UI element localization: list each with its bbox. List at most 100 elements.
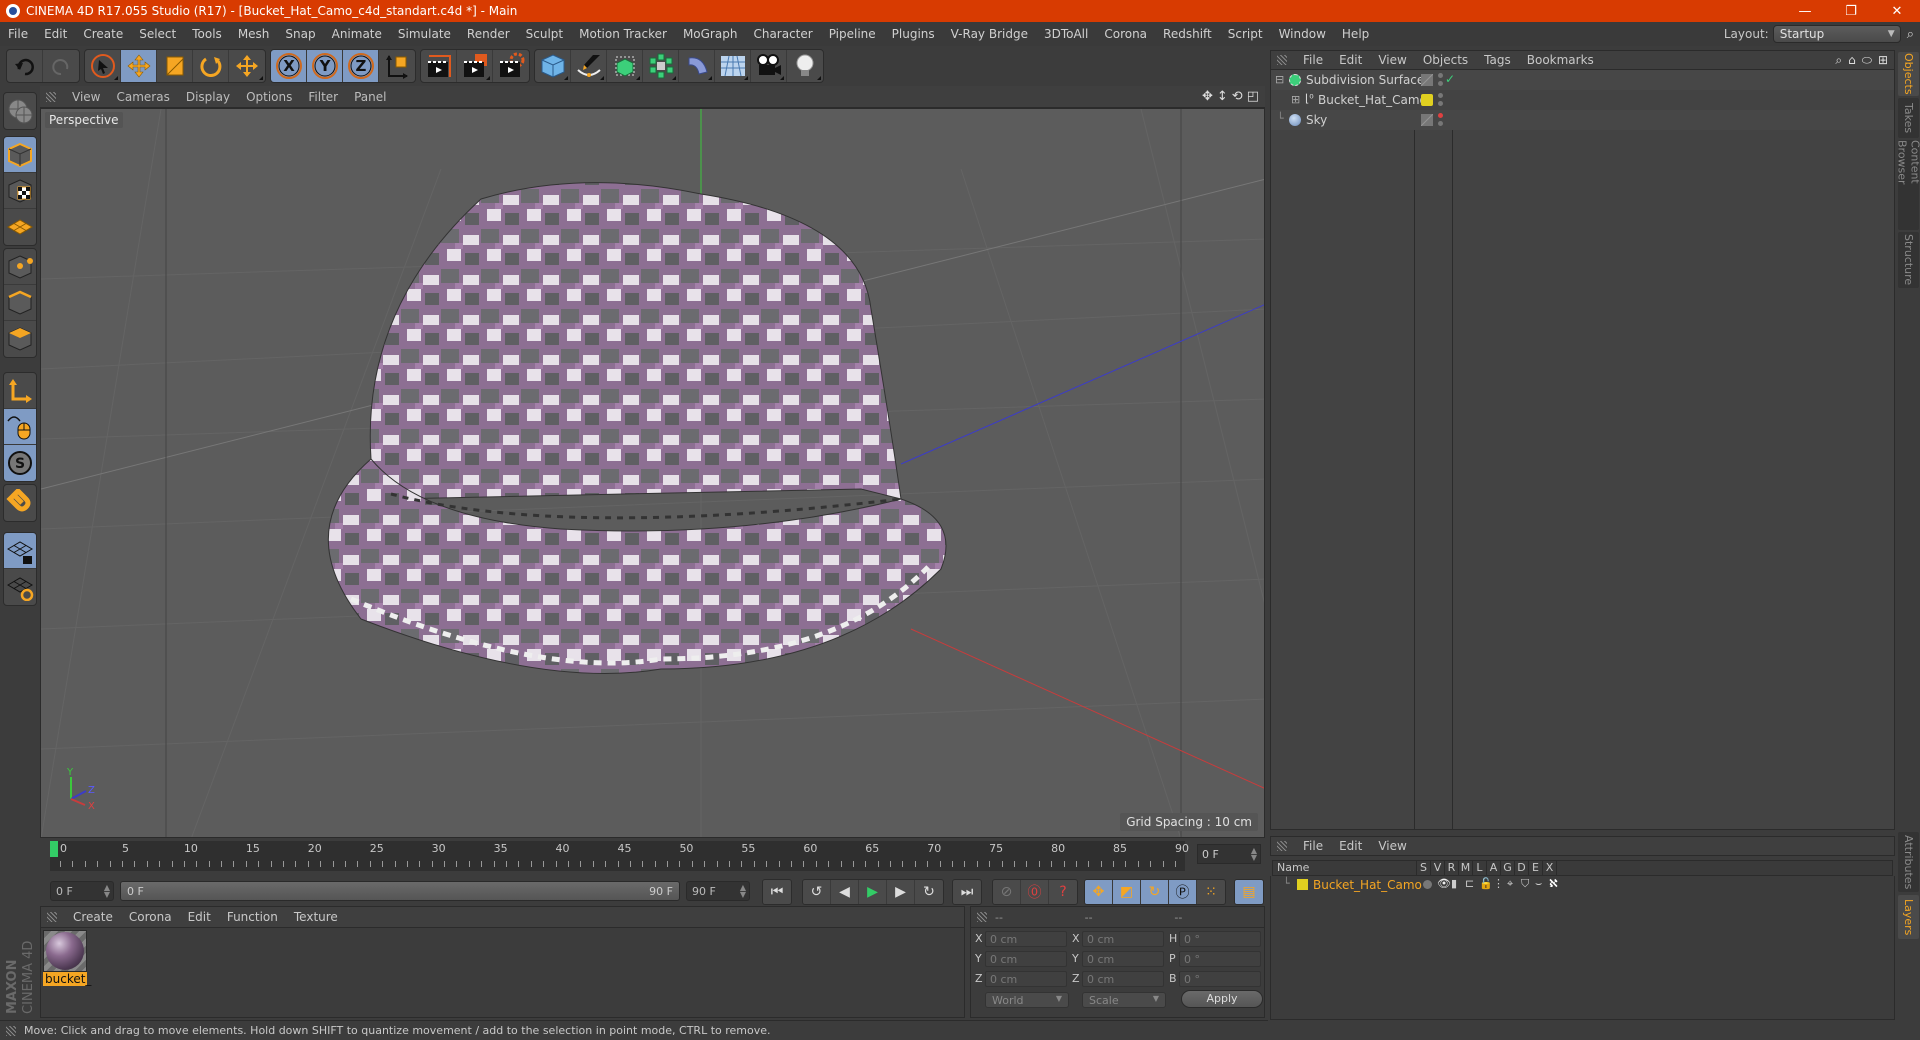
next-key-button[interactable]: ↻ (915, 880, 943, 904)
camera-button[interactable] (751, 50, 787, 82)
column-xrefs[interactable]: X (1543, 861, 1557, 875)
undo-button[interactable] (7, 50, 43, 82)
size-y-field[interactable]: 0 cm (1082, 951, 1164, 967)
y-axis-lock-button[interactable]: Y (307, 50, 343, 82)
menu-window[interactable]: Window (1271, 22, 1334, 46)
perspective-viewport[interactable]: Y Z X Perspective Grid Spacing : 10 cm (40, 108, 1265, 838)
render-settings-button[interactable] (493, 50, 529, 82)
pos-y-field[interactable]: 0 cm (985, 951, 1067, 967)
tweak-mode-button[interactable] (4, 409, 36, 445)
model-mode-button[interactable] (4, 137, 36, 173)
object-menu-bookmarks[interactable]: Bookmarks (1519, 53, 1602, 67)
floor-button[interactable] (715, 50, 751, 82)
menu-motion-tracker[interactable]: Motion Tracker (571, 22, 675, 46)
points-mode-button[interactable] (4, 249, 36, 285)
menu-script[interactable]: Script (1220, 22, 1271, 46)
xrefs-toggle-icon[interactable]: ℵ (1549, 877, 1558, 890)
previous-frame-button[interactable]: ◀ (831, 880, 859, 904)
column-solo[interactable]: S (1417, 861, 1431, 875)
pos-z-field[interactable]: 0 cm (985, 971, 1067, 987)
render-visibility-dot[interactable] (1438, 121, 1443, 126)
menu-edit[interactable]: Edit (36, 22, 75, 46)
column-locked[interactable]: L (1473, 861, 1487, 875)
workplane-lock-button[interactable] (4, 533, 36, 569)
subdivision-surface-button[interactable] (607, 50, 643, 82)
rot-p-field[interactable]: 0 ° (1179, 951, 1261, 967)
expressions-toggle-icon[interactable]: ⌣ (1535, 877, 1542, 891)
timeline-ruler[interactable]: 0 5 10 15 20 25 30 35 40 45 50 55 60 65 70 75 80 85 90 (50, 841, 1189, 871)
render-visibility-dot[interactable] (1438, 81, 1443, 86)
layer-menu-edit[interactable]: Edit (1331, 839, 1370, 853)
menu-animate[interactable]: Animate (324, 22, 390, 46)
layer-menu-file[interactable]: File (1295, 839, 1331, 853)
render-view-button[interactable] (421, 50, 457, 82)
menu-simulate[interactable]: Simulate (390, 22, 459, 46)
render-picture-viewer-button[interactable] (457, 50, 493, 82)
tab-layers[interactable]: Layers (1898, 895, 1919, 939)
panel-grip-icon[interactable] (46, 91, 56, 102)
column-visible[interactable]: V (1431, 861, 1445, 875)
light-button[interactable] (787, 50, 823, 82)
tab-takes[interactable]: Takes (1898, 98, 1919, 138)
menu-render[interactable]: Render (459, 22, 518, 46)
home-icon[interactable]: ⌂ (1848, 53, 1856, 68)
timeline-window-button[interactable]: ▤ (1235, 880, 1263, 904)
workplane-align-button[interactable] (4, 569, 36, 605)
material-menu-edit[interactable]: Edit (180, 910, 219, 924)
transform-button[interactable] (229, 50, 265, 82)
viewport-menu-cameras[interactable]: Cameras (108, 90, 177, 104)
pan-view-icon[interactable]: ✥ (1202, 89, 1213, 104)
editor-visibility-dot[interactable] (1438, 93, 1443, 98)
keyframe-selection-button[interactable]: ? (1049, 880, 1077, 904)
object-menu-view[interactable]: View (1370, 53, 1414, 67)
material-item[interactable]: bucket_ (43, 930, 91, 986)
rotate-button[interactable] (193, 50, 229, 82)
make-editable-button[interactable] (4, 93, 36, 129)
play-button[interactable]: ▶ (859, 880, 887, 904)
menu-select[interactable]: Select (131, 22, 184, 46)
rot-h-field[interactable]: 0 ° (1179, 931, 1261, 947)
menu-character[interactable]: Character (745, 22, 820, 46)
material-menu-corona[interactable]: Corona (121, 910, 180, 924)
editor-visibility-dot[interactable] (1438, 113, 1443, 118)
enabled-check-icon[interactable]: ✓ (1445, 72, 1455, 86)
key-parameter-button[interactable]: Ⓟ (1169, 880, 1197, 904)
menu-plugins[interactable]: Plugins (884, 22, 943, 46)
maximize-view-icon[interactable]: ◰ (1247, 89, 1259, 104)
coordinate-system-button[interactable] (379, 50, 415, 82)
live-selection-button[interactable] (85, 50, 121, 82)
menu-redshift[interactable]: Redshift (1155, 22, 1220, 46)
orbit-view-icon[interactable]: ⟲ (1232, 89, 1243, 104)
layer-tag-icon[interactable] (1421, 74, 1433, 86)
spinner-icon[interactable]: ▲ ▼ (740, 884, 746, 899)
menu-snap[interactable]: Snap (277, 22, 323, 46)
z-axis-lock-button[interactable]: Z (343, 50, 379, 82)
column-manager[interactable]: M (1459, 861, 1473, 875)
workplane-mode-button[interactable] (4, 209, 36, 245)
object-menu-objects[interactable]: Objects (1415, 53, 1476, 67)
size-z-field[interactable]: 0 cm (1082, 971, 1164, 987)
render-toggle-icon[interactable]: ▮ (1451, 877, 1457, 890)
layer-menu-view[interactable]: View (1370, 839, 1414, 853)
visible-toggle-icon[interactable]: 👁 (1437, 877, 1451, 890)
layer-row[interactable]: └ Bucket_Hat_Camo 👁 ▮ ⊏ 🔓 ⋮ ⌖ ⛉ ⌣ ℵ (1273, 876, 1894, 894)
menu-sculpt[interactable]: Sculpt (518, 22, 571, 46)
tab-objects[interactable]: Objects (1898, 52, 1919, 96)
column-deformers[interactable]: D (1515, 861, 1529, 875)
layer-color-icon[interactable] (1421, 94, 1433, 106)
search-icon[interactable]: ⌕ (1835, 53, 1842, 68)
viewport-menu-view[interactable]: View (64, 90, 108, 104)
collapse-icon[interactable]: ⊟ (1275, 73, 1284, 86)
viewport-menu-options[interactable]: Options (238, 90, 300, 104)
animation-toggle-icon[interactable]: ⋮ (1493, 877, 1504, 890)
layer-color-swatch[interactable] (1297, 879, 1308, 890)
menu-file[interactable]: File (0, 22, 36, 46)
minimize-button[interactable]: — (1782, 0, 1828, 22)
solo-toggle-icon[interactable] (1423, 880, 1432, 889)
generators-toggle-icon[interactable]: ⌖ (1507, 877, 1513, 891)
previous-key-button[interactable]: ↺ (803, 880, 831, 904)
menu-corona[interactable]: Corona (1096, 22, 1155, 46)
polygons-mode-button[interactable] (4, 321, 36, 357)
panel-grip-icon[interactable] (6, 1025, 16, 1036)
column-expressions[interactable]: E (1529, 861, 1543, 875)
